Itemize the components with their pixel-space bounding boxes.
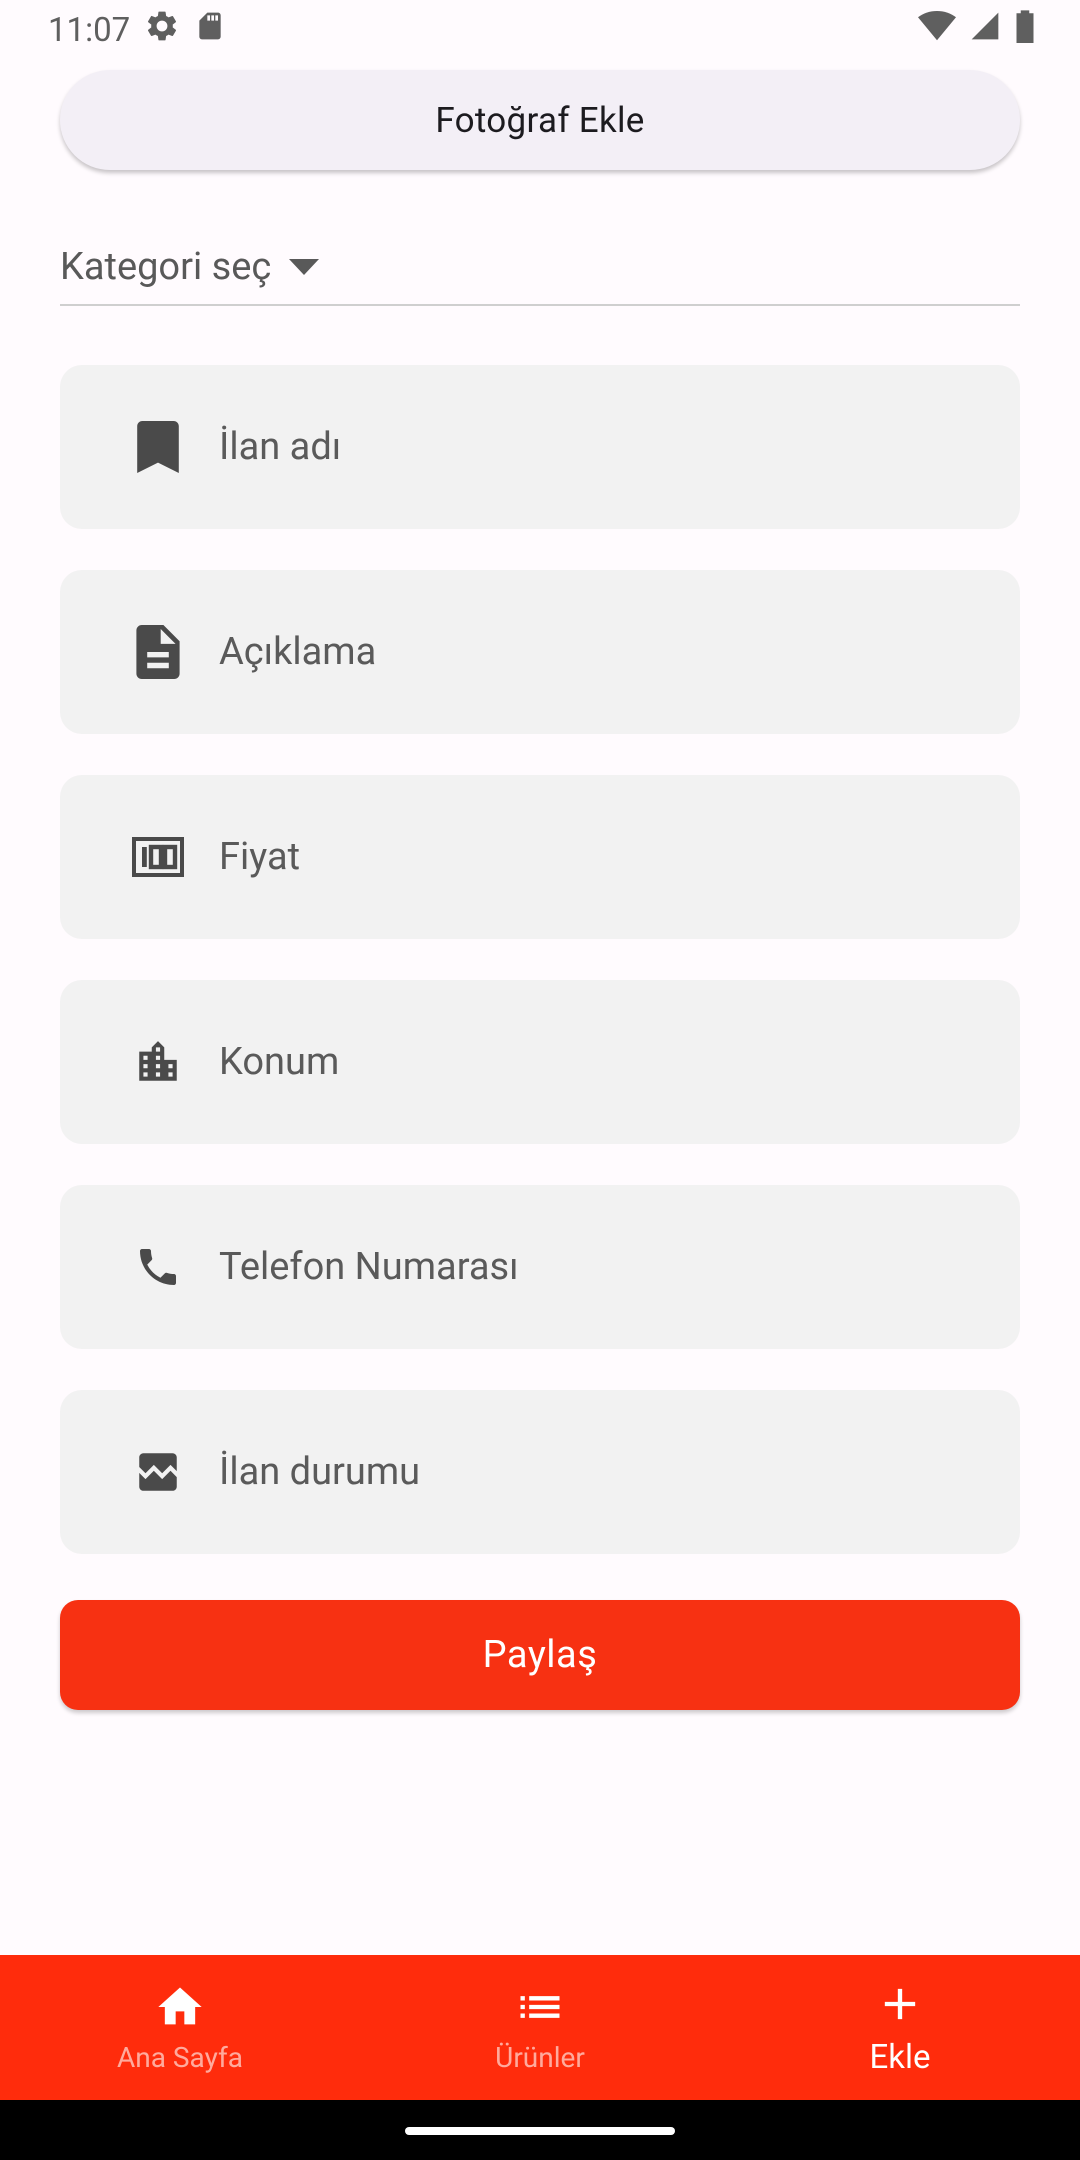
dropdown-arrow-icon [289, 259, 320, 275]
nav-label-home: Ana Sayfa [117, 2041, 243, 2074]
share-button[interactable]: Paylaş [60, 1600, 1020, 1710]
bottom-navigation: Ana Sayfa Ürünler Ekle [0, 1955, 1080, 2100]
location-label: Konum [219, 1040, 340, 1084]
add-icon [874, 1978, 926, 2034]
add-photo-button[interactable]: Fotoğraf Ekle [60, 70, 1020, 170]
document-icon [130, 624, 186, 680]
phone-icon [130, 1239, 186, 1295]
system-gesture-bar [0, 2100, 1080, 2160]
nav-item-add[interactable]: Ekle [720, 1955, 1080, 2100]
nav-item-products[interactable]: Ürünler [360, 1955, 720, 2100]
list-icon [514, 1981, 566, 2037]
nav-item-home[interactable]: Ana Sayfa [0, 1955, 360, 2100]
status-bar: 11:07 [0, 0, 1080, 60]
home-icon [154, 1981, 206, 2037]
description-field[interactable]: Açıklama [60, 570, 1020, 734]
category-dropdown-label: Kategori seç [60, 245, 272, 289]
category-dropdown[interactable]: Kategori seç [60, 230, 1020, 306]
nav-label-add: Ekle [869, 2038, 931, 2077]
sd-card-icon [194, 10, 226, 51]
signal-icon [968, 10, 1002, 51]
location-field[interactable]: Konum [60, 980, 1020, 1144]
listing-title-field[interactable]: İlan adı [60, 365, 1020, 529]
price-label: Fiyat [219, 835, 301, 879]
settings-icon [144, 8, 180, 53]
status-time: 11:07 [48, 10, 131, 50]
money-icon [130, 829, 186, 885]
listing-status-field[interactable]: İlan durumu [60, 1390, 1020, 1554]
location-city-icon [130, 1034, 186, 1090]
image-icon [130, 1444, 186, 1500]
description-label: Açıklama [219, 630, 377, 674]
wifi-icon [918, 10, 956, 51]
status-left: 11:07 [48, 8, 226, 53]
bookmark-icon [130, 419, 186, 475]
phone-number-label: Telefon Numarası [219, 1245, 519, 1289]
listing-title-label: İlan adı [219, 425, 342, 469]
price-field[interactable]: Fiyat [60, 775, 1020, 939]
home-gesture-handle[interactable] [405, 2127, 675, 2135]
listing-status-label: İlan durumu [219, 1450, 421, 1494]
nav-label-products: Ürünler [495, 2041, 585, 2074]
status-right [918, 9, 1036, 52]
battery-icon [1014, 9, 1036, 52]
phone-number-field[interactable]: Telefon Numarası [60, 1185, 1020, 1349]
